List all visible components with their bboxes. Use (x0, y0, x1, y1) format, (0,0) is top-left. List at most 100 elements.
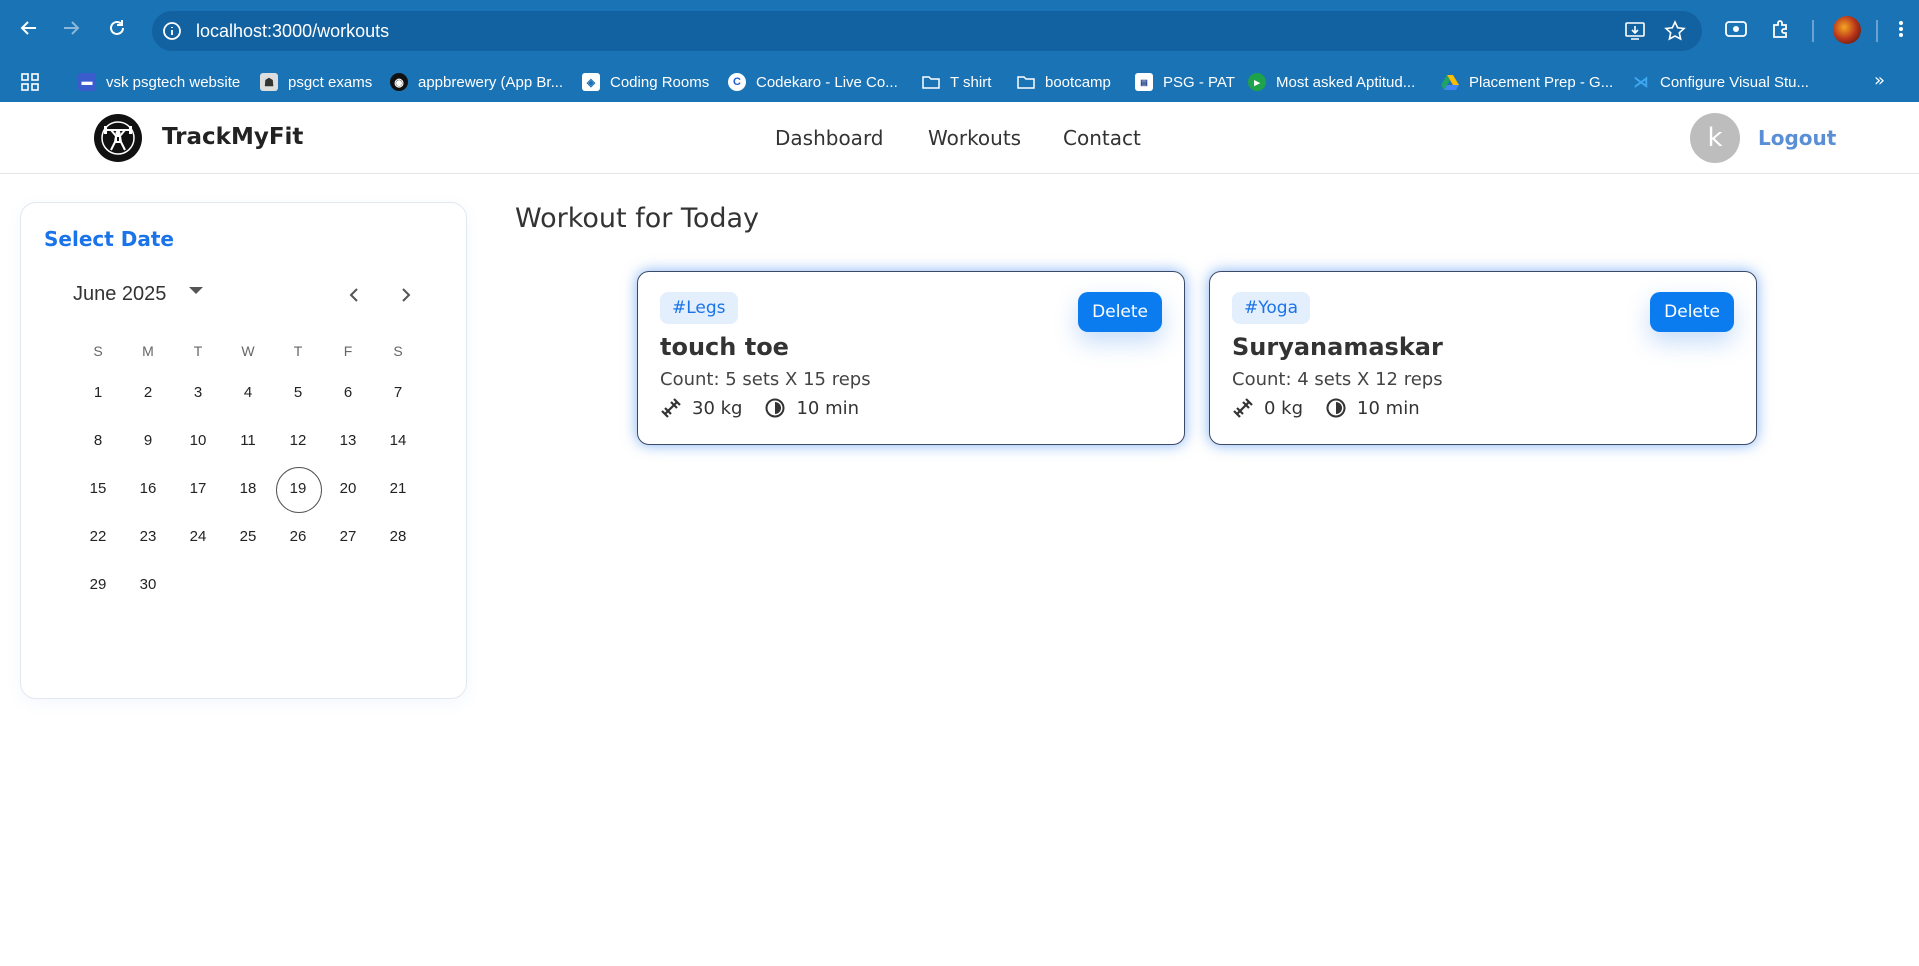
delete-button[interactable]: Delete (1078, 292, 1162, 332)
calendar-day-selected[interactable]: 19 (273, 467, 323, 513)
calendar-day[interactable]: 30 (123, 563, 173, 607)
calendar-day[interactable]: 2 (123, 371, 173, 415)
calendar-day[interactable]: 26 (273, 515, 323, 559)
brand-name[interactable]: TrackMyFit (162, 124, 303, 150)
calendar-day[interactable]: 27 (323, 515, 373, 559)
calendar-day[interactable]: 22 (73, 515, 123, 559)
bookmark-item[interactable]: ▤ PSG - PAT (1135, 70, 1235, 94)
calendar-day[interactable]: 4 (223, 371, 273, 415)
back-button[interactable] (14, 13, 44, 43)
calendar-day[interactable]: 20 (323, 467, 373, 511)
calendar-day[interactable]: 8 (73, 419, 123, 463)
address-bar[interactable]: localhost:3000/workouts (152, 11, 1702, 51)
workout-duration: 10 min (1357, 397, 1420, 419)
workout-weight: 30 kg (692, 397, 743, 419)
calendar-day[interactable]: 25 (223, 515, 273, 559)
apps-grid-icon[interactable] (20, 70, 40, 94)
calendar-day[interactable]: 6 (323, 371, 373, 415)
calendar-day[interactable]: 16 (123, 467, 173, 511)
timer-icon (764, 397, 786, 419)
drive-icon (1441, 73, 1459, 91)
calendar-day[interactable]: 5 (273, 371, 323, 415)
user-avatar[interactable]: k (1690, 113, 1740, 163)
previous-month-button[interactable] (341, 281, 369, 309)
calendar-empty-cell (173, 563, 223, 607)
workout-card: #Legs Delete touch toe Count: 5 sets X 1… (637, 271, 1185, 445)
calendar-day[interactable]: 15 (73, 467, 123, 511)
bookmark-item[interactable]: ◈ Coding Rooms (582, 70, 709, 94)
app-logo[interactable] (94, 114, 142, 162)
calendar-day[interactable]: 21 (373, 467, 423, 511)
calendar-day[interactable]: 13 (323, 419, 373, 463)
nav-dashboard[interactable]: Dashboard (775, 126, 884, 150)
calendar-day[interactable]: 28 (373, 515, 423, 559)
bookmark-item[interactable]: bootcamp (1017, 70, 1111, 94)
bookmark-star-icon[interactable] (1662, 19, 1688, 43)
url-text[interactable]: localhost:3000/workouts (196, 21, 389, 41)
install-app-icon[interactable] (1622, 19, 1648, 43)
calendar-empty-cell (323, 563, 373, 607)
bookmark-item[interactable]: ▸ Most asked Aptitud... (1248, 70, 1415, 94)
bookmarks-bar: ▬ vsk psgtech website ☗ psgct exams ◉ appbr… (0, 62, 1919, 102)
browser-profile-avatar[interactable] (1833, 16, 1861, 44)
next-month-button[interactable] (391, 281, 419, 309)
workout-weight: 0 kg (1264, 397, 1304, 419)
chevron-right-icon (402, 288, 411, 302)
calendar-day[interactable]: 17 (173, 467, 223, 511)
site-icon: C (728, 73, 746, 91)
calendar-day[interactable]: 3 (173, 371, 223, 415)
bookmark-label: Coding Rooms (610, 73, 710, 91)
calendar-day[interactable]: 29 (73, 563, 123, 607)
bookmark-item[interactable]: Placement Prep - G... (1441, 70, 1613, 94)
month-year-label[interactable]: June 2025 (73, 283, 166, 306)
calendar-day[interactable]: 9 (123, 419, 173, 463)
bookmark-item[interactable]: ▬ vsk psgtech website (78, 70, 240, 94)
site-info-icon[interactable] (162, 21, 182, 41)
calendar-day[interactable]: 10 (173, 419, 223, 463)
calendar-empty-cell (223, 563, 273, 607)
nav-workouts[interactable]: Workouts (928, 126, 1021, 150)
weekday-label: S (93, 343, 103, 359)
calendar-day[interactable]: 7 (373, 371, 423, 415)
more-menu-icon[interactable] (1888, 16, 1914, 42)
bookmark-item[interactable]: T shirt (922, 70, 991, 94)
calendar-day[interactable]: 24 (173, 515, 223, 559)
reload-button[interactable] (102, 13, 132, 43)
chevron-down-icon[interactable] (189, 287, 203, 294)
weekday-label: T (293, 343, 303, 359)
calendar-day[interactable]: 11 (223, 419, 273, 463)
date-picker-title: Select Date (44, 227, 174, 251)
calendar-week-row: 29 30 (73, 561, 423, 609)
bookmark-item[interactable]: C Codekaro - Live Co... (728, 70, 898, 94)
logout-link[interactable]: Logout (1758, 126, 1836, 150)
calendar-day[interactable]: 14 (373, 419, 423, 463)
bookmark-item[interactable]: ☗ psgct exams (260, 70, 372, 94)
extensions-icon[interactable] (1768, 16, 1794, 42)
bookmark-label: bootcamp (1045, 73, 1111, 91)
calendar-empty-cell (273, 563, 323, 607)
forward-button[interactable] (56, 13, 86, 43)
weekday-header-row: SMTWTFS (73, 333, 423, 369)
nav-contact[interactable]: Contact (1063, 126, 1141, 150)
calendar-day[interactable]: 1 (73, 371, 123, 415)
bookmark-label: appbrewery (App Br... (418, 73, 564, 91)
bookmark-item[interactable]: ⋊ Configure Visual Stu... (1632, 70, 1809, 94)
delete-button[interactable]: Delete (1650, 292, 1734, 332)
site-icon: ◉ (390, 73, 408, 91)
workout-category-tag: #Yoga (1232, 292, 1310, 324)
calendar-day[interactable]: 23 (123, 515, 173, 559)
browser-toolbar: localhost:3000/workouts (0, 0, 1919, 62)
workout-name: Suryanamaskar (1232, 333, 1443, 361)
calendar-week-row: 15 16 17 18 19 20 21 (73, 465, 423, 513)
workout-card: #Yoga Delete Suryanamaskar Count: 4 sets… (1209, 271, 1757, 445)
bookmark-label: Placement Prep - G... (1469, 73, 1614, 91)
bookmarks-overflow-icon[interactable]: » (1874, 70, 1885, 91)
screen-capture-icon[interactable] (1723, 16, 1749, 42)
calendar-day[interactable]: 18 (223, 467, 273, 511)
calendar-day[interactable]: 12 (273, 419, 323, 463)
bookmark-item[interactable]: ◉ appbrewery (App Br... (390, 70, 563, 94)
toolbar-divider (1876, 20, 1878, 42)
folder-icon (1017, 73, 1035, 91)
arrow-left-icon (20, 21, 36, 35)
calendar-week-row: 22 23 24 25 26 27 28 (73, 513, 423, 561)
